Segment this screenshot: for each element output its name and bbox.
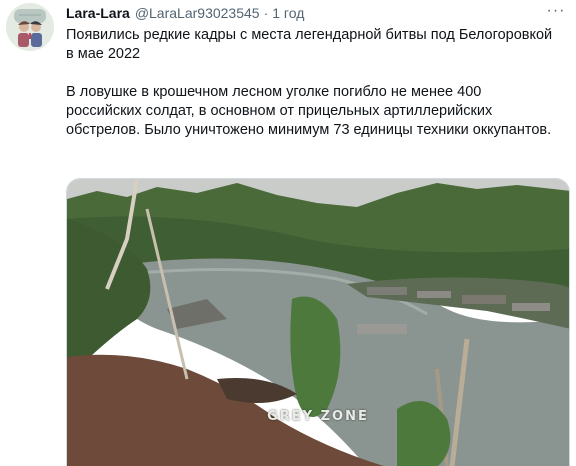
- tweet: Lara-Lara @LaraLar93023545 · 1 год ··· П…: [0, 0, 576, 466]
- display-name[interactable]: Lara-Lara: [66, 5, 130, 21]
- more-horizontal-icon[interactable]: ···: [546, 3, 566, 22]
- tweet-header: Lara-Lara @LaraLar93023545 · 1 год: [66, 5, 304, 25]
- user-handle[interactable]: @LaraLar93023545: [135, 5, 260, 21]
- tweet-text: Появились редкие кадры с места легендарн…: [66, 26, 556, 140]
- separator-dot: ·: [263, 5, 269, 21]
- tweet-paragraph-2: В ловушке в крошечном лесном уголке поги…: [66, 84, 552, 138]
- tweet-photo[interactable]: GREY ZONE: [66, 178, 570, 466]
- tweet-paragraph-1: Появились редкие кадры с места легендарн…: [66, 27, 553, 62]
- avatar[interactable]: [6, 3, 54, 51]
- timestamp[interactable]: 1 год: [272, 5, 304, 21]
- photo-watermark: GREY ZONE: [267, 409, 369, 424]
- avatar-illustration: [6, 3, 54, 51]
